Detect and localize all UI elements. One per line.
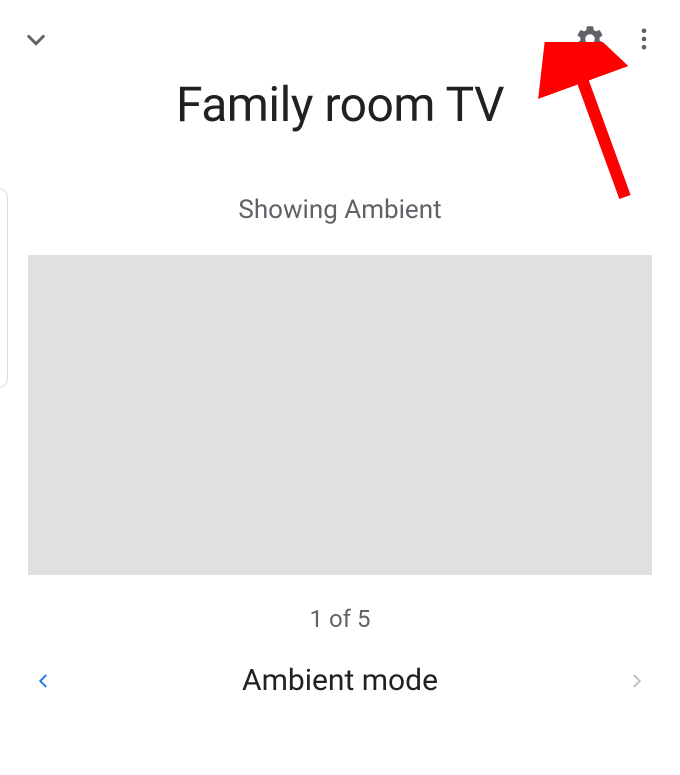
card-title: Ambient mode: [242, 663, 438, 698]
card-nav: Ambient mode: [0, 663, 680, 698]
chevron-left-icon[interactable]: [32, 669, 56, 693]
ambient-preview-image[interactable]: [28, 255, 652, 575]
gear-icon[interactable]: [574, 23, 606, 55]
sidebar-edge: [0, 188, 8, 388]
page-indicator: 1 of 5: [0, 605, 680, 633]
top-bar: [0, 0, 680, 60]
chevron-down-icon[interactable]: [22, 25, 50, 53]
more-vert-icon[interactable]: [630, 25, 658, 53]
page-title: Family room TV: [0, 76, 680, 133]
chevron-right-icon[interactable]: [624, 669, 648, 693]
device-status: Showing Ambient: [0, 195, 680, 225]
